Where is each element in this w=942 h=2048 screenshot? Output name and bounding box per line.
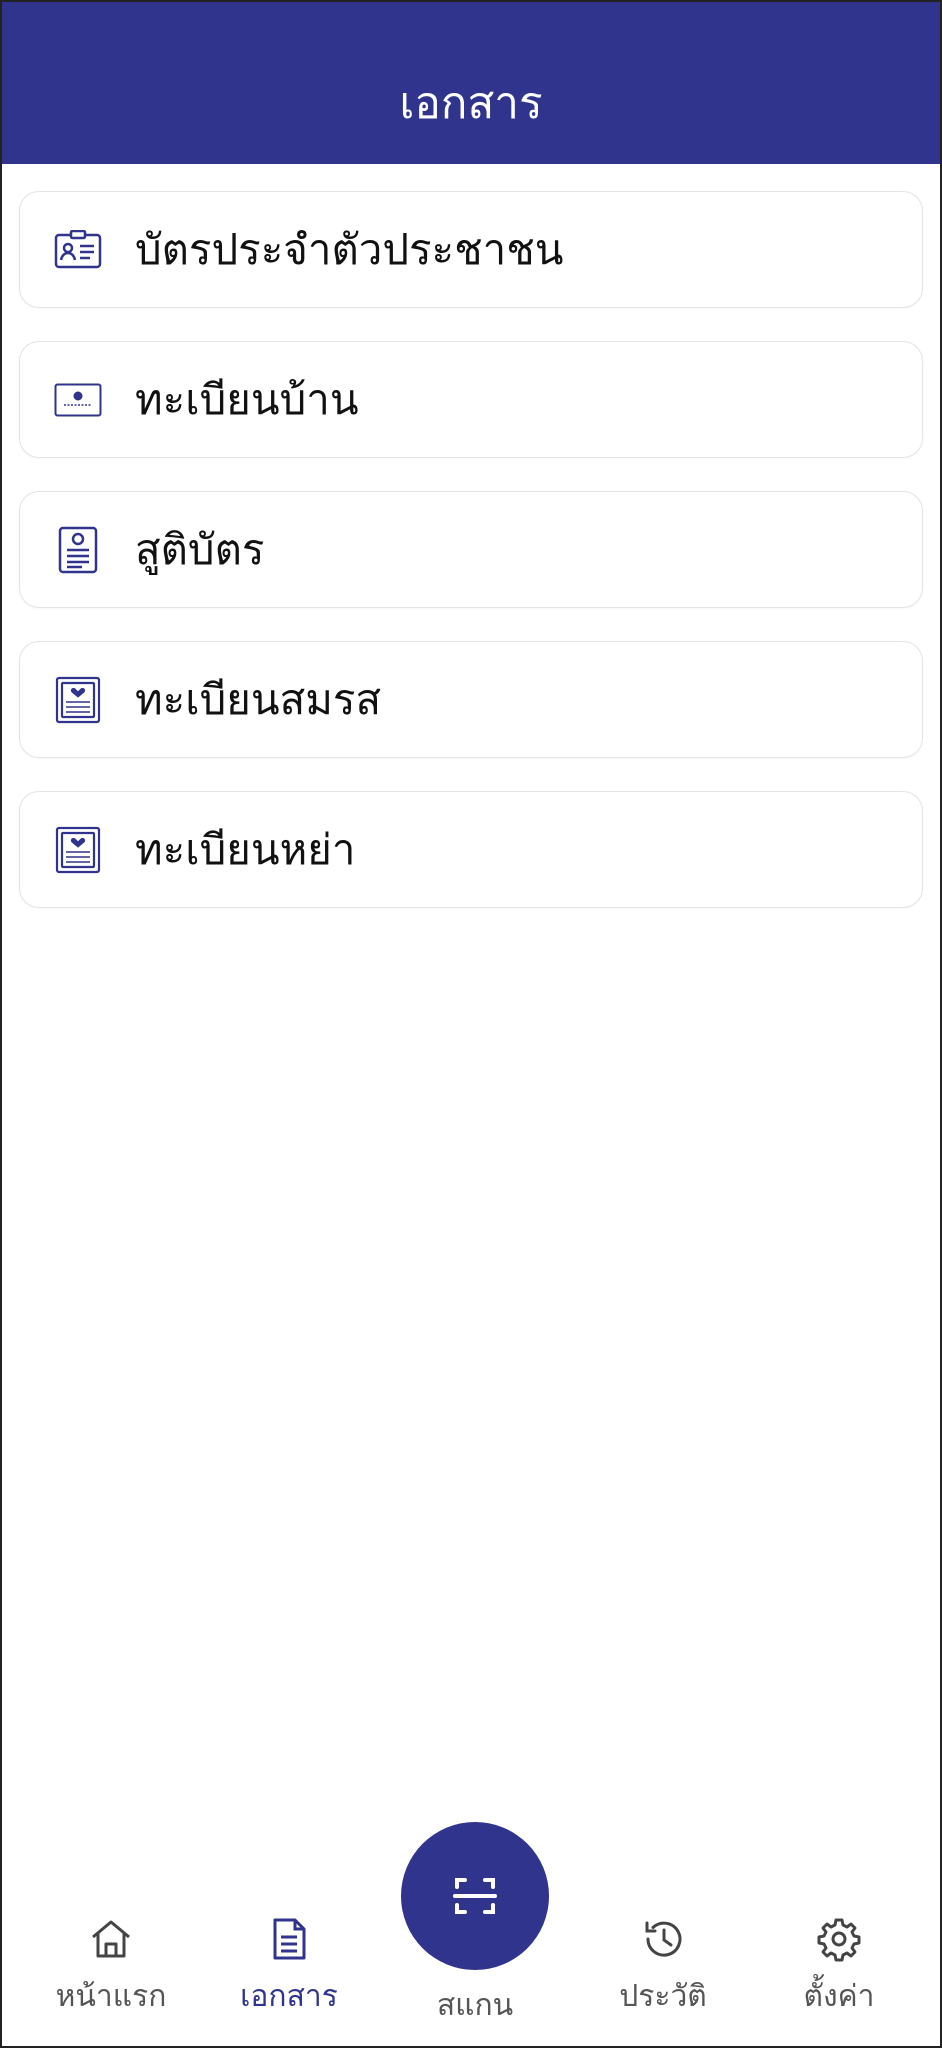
nav-label-history: ประวัติ <box>619 1979 707 2014</box>
nav-item-home[interactable]: หน้าแรก <box>31 1915 191 2020</box>
nav-label-documents: เอกสาร <box>240 1979 338 2014</box>
id-card-icon <box>53 225 103 275</box>
nav-label-home: หน้าแรก <box>55 1979 167 2014</box>
nav-item-settings[interactable]: ตั้งค่า <box>759 1915 919 2020</box>
page-title: เอกสาร <box>399 78 543 129</box>
document-item-label: ทะเบียนบ้าน <box>135 374 359 424</box>
document-item-id-card[interactable]: บัตรประจำตัวประชาชน <box>19 191 923 308</box>
birth-certificate-icon <box>53 525 103 575</box>
house-registration-icon <box>53 375 103 425</box>
document-item-marriage-certificate[interactable]: ทะเบียนสมรส <box>19 641 923 758</box>
gear-icon <box>817 1918 861 1962</box>
history-icon <box>645 1921 682 1957</box>
document-item-divorce-certificate[interactable]: ทะเบียนหย่า <box>19 791 923 908</box>
nav-item-history[interactable]: ประวัติ <box>583 1915 743 2020</box>
nav-label-scan: สแกน <box>436 1988 514 2023</box>
marriage-certificate-icon <box>53 675 103 725</box>
document-item-house-registration[interactable]: ทะเบียนบ้าน <box>19 341 923 458</box>
nav-item-documents[interactable]: เอกสาร <box>209 1915 369 2020</box>
scan-button[interactable] <box>401 1822 549 1970</box>
document-item-label: สูติบัตร <box>135 524 265 574</box>
document-item-label: ทะเบียนสมรส <box>135 674 382 724</box>
document-item-birth-certificate[interactable]: สูติบัตร <box>19 491 923 608</box>
document-item-label: บัตรประจำตัวประชาชน <box>135 224 564 274</box>
home-icon <box>92 1920 130 1958</box>
scan-icon <box>453 1878 497 1914</box>
divorce-certificate-icon <box>53 825 103 875</box>
document-list: บัตรประจำตัวประชาชน ทะเบียนบ้าน สูติบัตร <box>19 191 923 941</box>
document-item-label: ทะเบียนหย่า <box>135 824 356 874</box>
nav-label-settings: ตั้งค่า <box>803 1979 875 2014</box>
app-header: เอกสาร <box>2 2 940 164</box>
document-icon <box>273 1918 306 1960</box>
